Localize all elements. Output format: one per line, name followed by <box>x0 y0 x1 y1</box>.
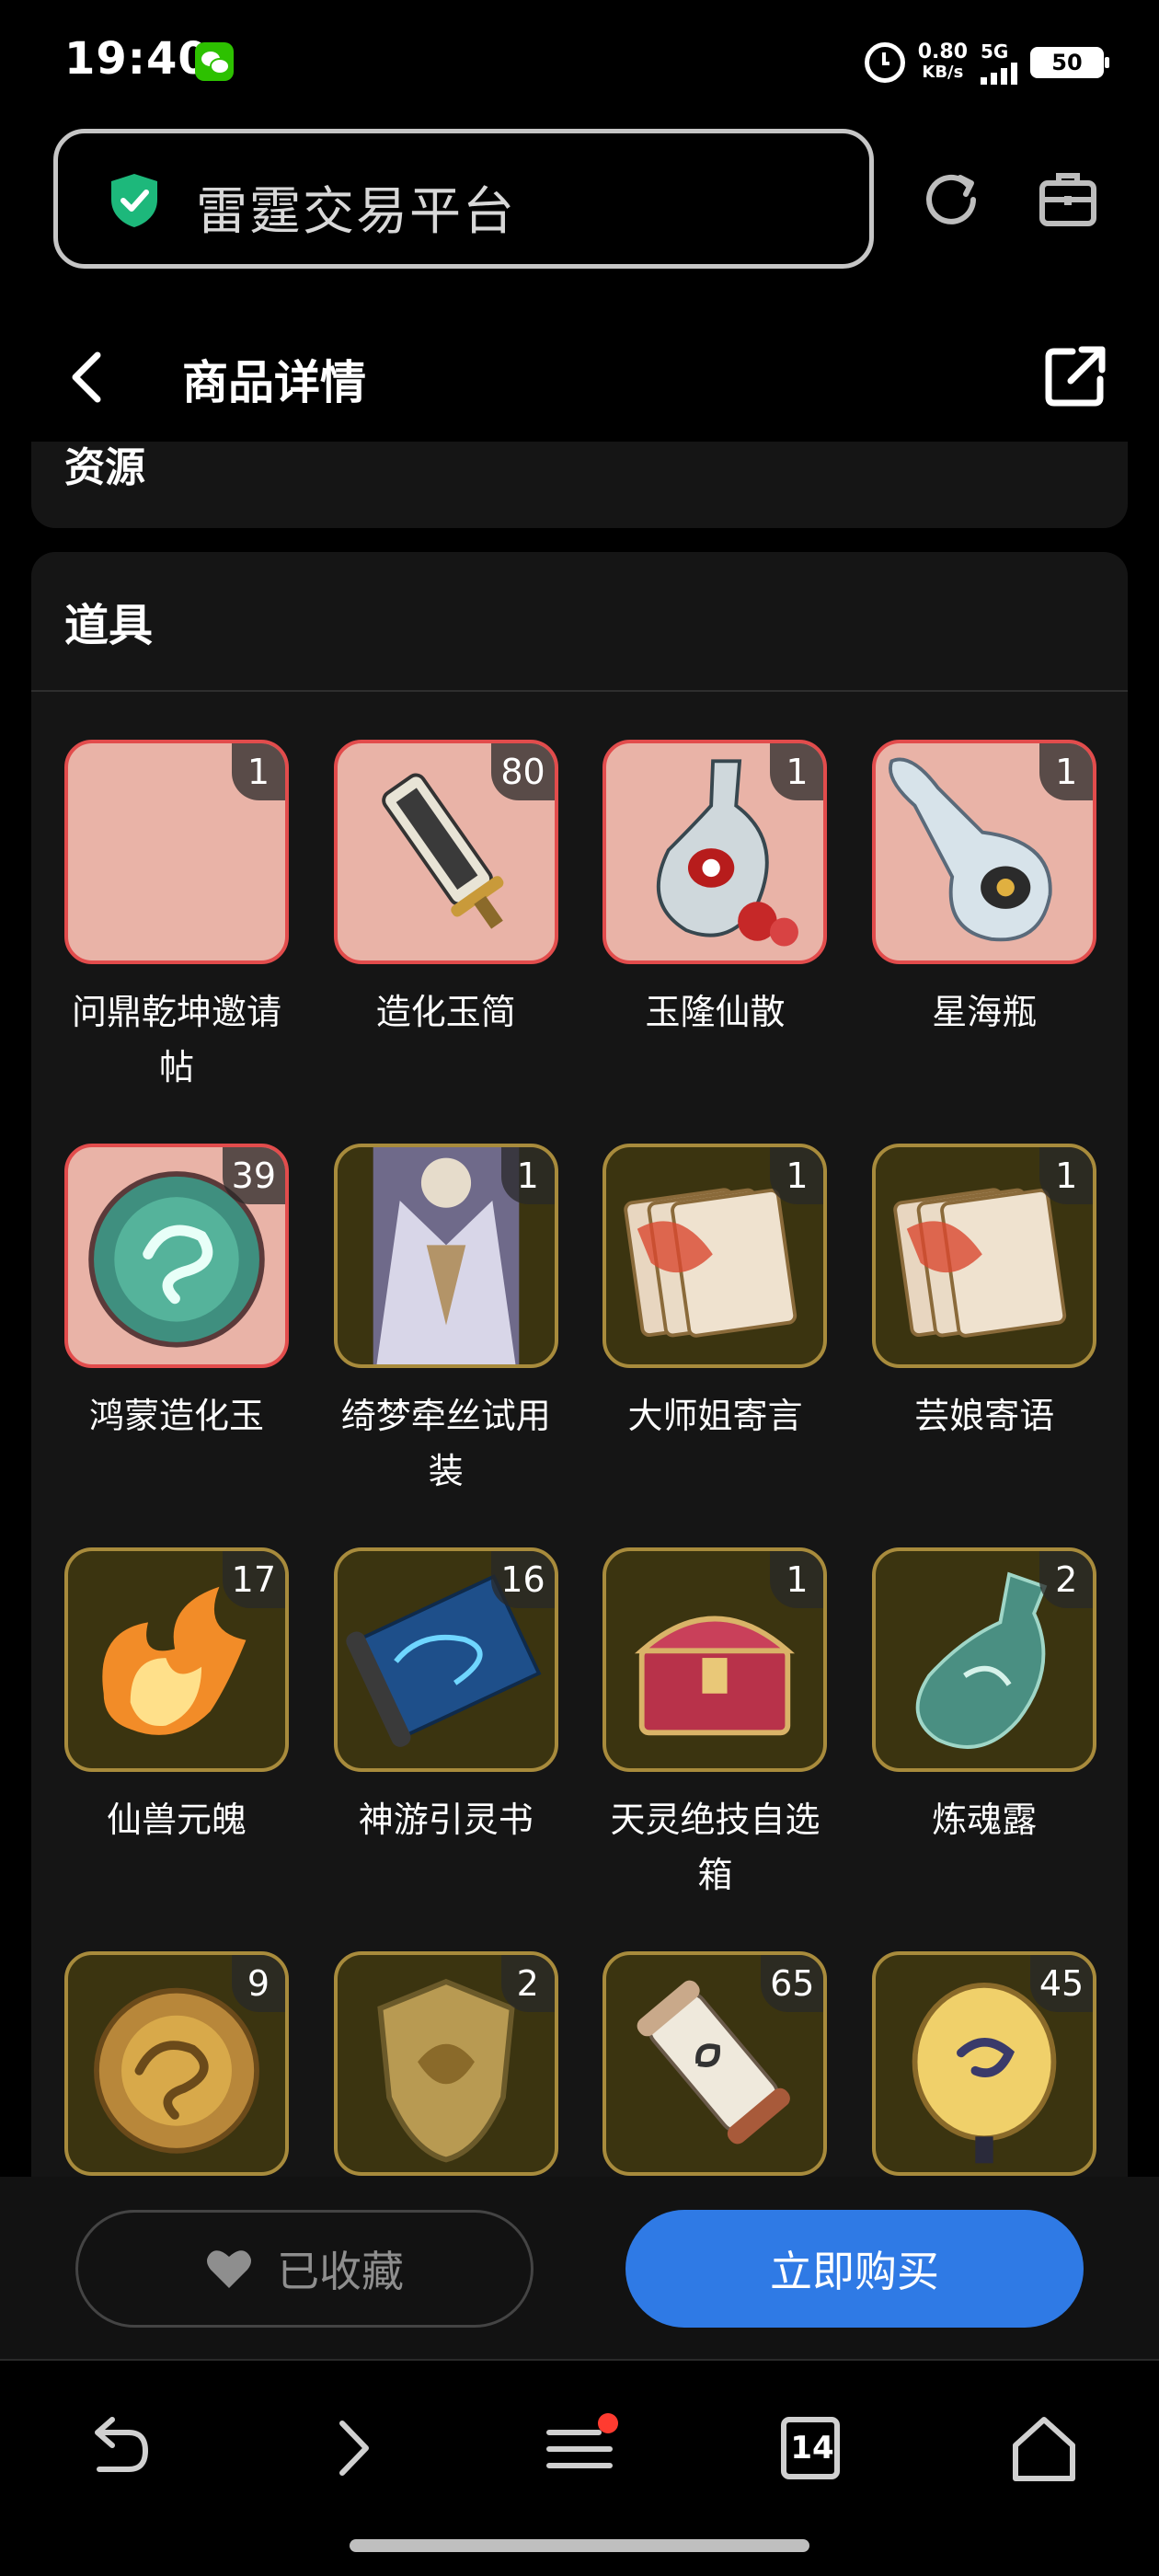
quantity-badge: 65 <box>761 1955 824 2013</box>
prop-item[interactable]: 2 炼魂露 <box>872 1547 1097 1847</box>
page-title: 商品详情 <box>182 356 366 409</box>
tabs-button[interactable]: 14 <box>769 2407 852 2490</box>
costume-icon: 1 <box>333 1144 558 1369</box>
prop-name: 芸娘寄语 <box>914 1396 1055 1437</box>
quantity-badge: 2 <box>500 1955 555 2013</box>
back-arrow-icon[interactable] <box>64 350 110 405</box>
network-speed: 0.80 KB/s <box>918 42 968 83</box>
prop-name: 绮梦牵丝试用装 <box>340 1396 551 1492</box>
prop-item[interactable]: 1 芸娘寄语 <box>872 1144 1097 1443</box>
prop-item[interactable]: 1 玉隆仙散 <box>602 740 828 1040</box>
prop-name: 炼魂露 <box>932 1800 1038 1841</box>
network-speed-unit: KB/s <box>922 63 964 82</box>
status-icons: 0.80 KB/s 5G 50 <box>864 37 1109 88</box>
prop-name: 星海瓶 <box>932 992 1038 1032</box>
quantity-badge: 45 <box>1029 1955 1094 2013</box>
dragon-medal-icon: 9 <box>64 1951 289 2177</box>
favorite-label: 已收藏 <box>277 2247 404 2296</box>
prop-item[interactable]: 39 鸿蒙造化玉 <box>64 1144 289 1443</box>
action-bar: 已收藏 立即购买 <box>0 2177 1159 2361</box>
quantity-badge: 1 <box>770 1551 824 1609</box>
forward-icon[interactable] <box>309 2407 392 2490</box>
status-time: 19:40 <box>64 33 210 85</box>
quantity-badge: 39 <box>222 1147 285 1205</box>
prop-item[interactable]: 1 天灵绝技自选箱 <box>602 1547 828 1903</box>
quantity-badge: 1 <box>770 743 824 800</box>
network-type: 5G <box>981 40 1009 63</box>
small-scroll-icon: 65 <box>602 1951 828 2177</box>
quantity-badge: 2 <box>1039 1551 1094 1609</box>
prop-item[interactable]: 1 问鼎乾坤邀请帖 <box>64 740 289 1095</box>
section-divider <box>31 690 1128 692</box>
shield-emblem-icon: 2 <box>333 1951 558 2177</box>
quantity-badge: 80 <box>491 743 555 800</box>
network-speed-value: 0.80 <box>917 40 968 63</box>
lantern-icon: 45 <box>872 1951 1097 2177</box>
quantity-badge: 1 <box>1039 1147 1094 1205</box>
tab-count: 14 <box>790 2430 834 2467</box>
jade-disc-icon: 39 <box>64 1144 289 1369</box>
quantity-badge: 1 <box>232 743 285 800</box>
prop-name: 天灵绝技自选箱 <box>610 1800 820 1896</box>
prop-item[interactable]: 2 <box>333 1951 558 2196</box>
wechat-icon <box>195 42 234 81</box>
alarm-icon <box>864 42 905 83</box>
menu-icon[interactable] <box>538 2407 621 2490</box>
potion-flask-icon: 1 <box>602 740 828 964</box>
signal-icon <box>981 63 1017 85</box>
prop-item[interactable]: 1 大师姐寄言 <box>602 1144 828 1443</box>
prop-name: 仙兽元魄 <box>106 1800 247 1841</box>
prop-item[interactable]: 16 神游引灵书 <box>333 1547 558 1847</box>
share-icon[interactable] <box>1041 342 1109 410</box>
favorite-button[interactable]: 已收藏 <box>75 2210 534 2328</box>
undo-back-icon[interactable] <box>75 2407 158 2490</box>
prop-item[interactable]: 45 <box>872 1951 1097 2196</box>
address-bar[interactable]: 雷霆交易平台 <box>53 129 874 269</box>
prop-name: 鸿蒙造化玉 <box>88 1396 264 1437</box>
prop-item[interactable]: 17 仙兽元魄 <box>64 1547 289 1847</box>
invitation-icon: 1 <box>64 740 289 964</box>
scroll-icon: 16 <box>333 1547 558 1773</box>
quantity-badge: 17 <box>222 1551 285 1609</box>
prop-item[interactable]: 1 星海瓶 <box>872 740 1097 1040</box>
prop-name: 大师姐寄言 <box>627 1396 803 1437</box>
letters-icon: 1 <box>872 1144 1097 1369</box>
chest-icon: 1 <box>602 1547 828 1773</box>
prop-item[interactable]: 9 <box>64 1951 289 2196</box>
flame-icon: 17 <box>64 1547 289 1773</box>
prop-name: 神游引灵书 <box>358 1800 534 1841</box>
props-title: 道具 <box>64 600 154 651</box>
secure-shield-icon <box>111 174 157 227</box>
quantity-badge: 1 <box>1039 743 1094 800</box>
props-panel: 道具 1 问鼎乾坤邀请帖 80 造化玉简 1 玉隆仙散 1 星海瓶 39 鸿蒙造化玉 1 绮梦牵丝试用… <box>31 552 1128 2208</box>
battery-icon: 50 <box>1030 47 1109 78</box>
home-icon[interactable] <box>1003 2407 1085 2490</box>
quantity-badge: 1 <box>770 1147 824 1205</box>
quantity-badge: 1 <box>500 1147 555 1205</box>
resources-panel: 资源 <box>31 442 1128 528</box>
prop-item[interactable]: 1 绮梦牵丝试用装 <box>333 1144 558 1499</box>
site-name: 雷霆交易平台 <box>196 182 516 242</box>
heart-icon <box>207 2250 251 2288</box>
vial-icon: 2 <box>872 1547 1097 1773</box>
letters-icon: 1 <box>602 1144 828 1369</box>
quantity-badge: 9 <box>232 1955 285 2013</box>
toolbox-icon[interactable] <box>1037 168 1099 231</box>
home-indicator <box>350 2539 809 2552</box>
prop-name: 造化玉简 <box>375 992 516 1032</box>
star-bottle-icon: 1 <box>872 740 1097 964</box>
prop-item[interactable]: 80 造化玉简 <box>333 740 558 1040</box>
prop-item[interactable]: 65 <box>602 1951 828 2196</box>
prop-name: 玉隆仙散 <box>645 992 786 1032</box>
status-bar: 19:40 0.80 KB/s 5G 50 <box>0 0 1159 124</box>
reload-icon[interactable] <box>920 168 982 231</box>
jade-slip-icon: 80 <box>333 740 558 964</box>
resources-title: 资源 <box>64 444 145 491</box>
quantity-badge: 16 <box>491 1551 555 1609</box>
prop-name: 问鼎乾坤邀请帖 <box>71 992 281 1087</box>
buy-now-button[interactable]: 立即购买 <box>625 2210 1084 2328</box>
